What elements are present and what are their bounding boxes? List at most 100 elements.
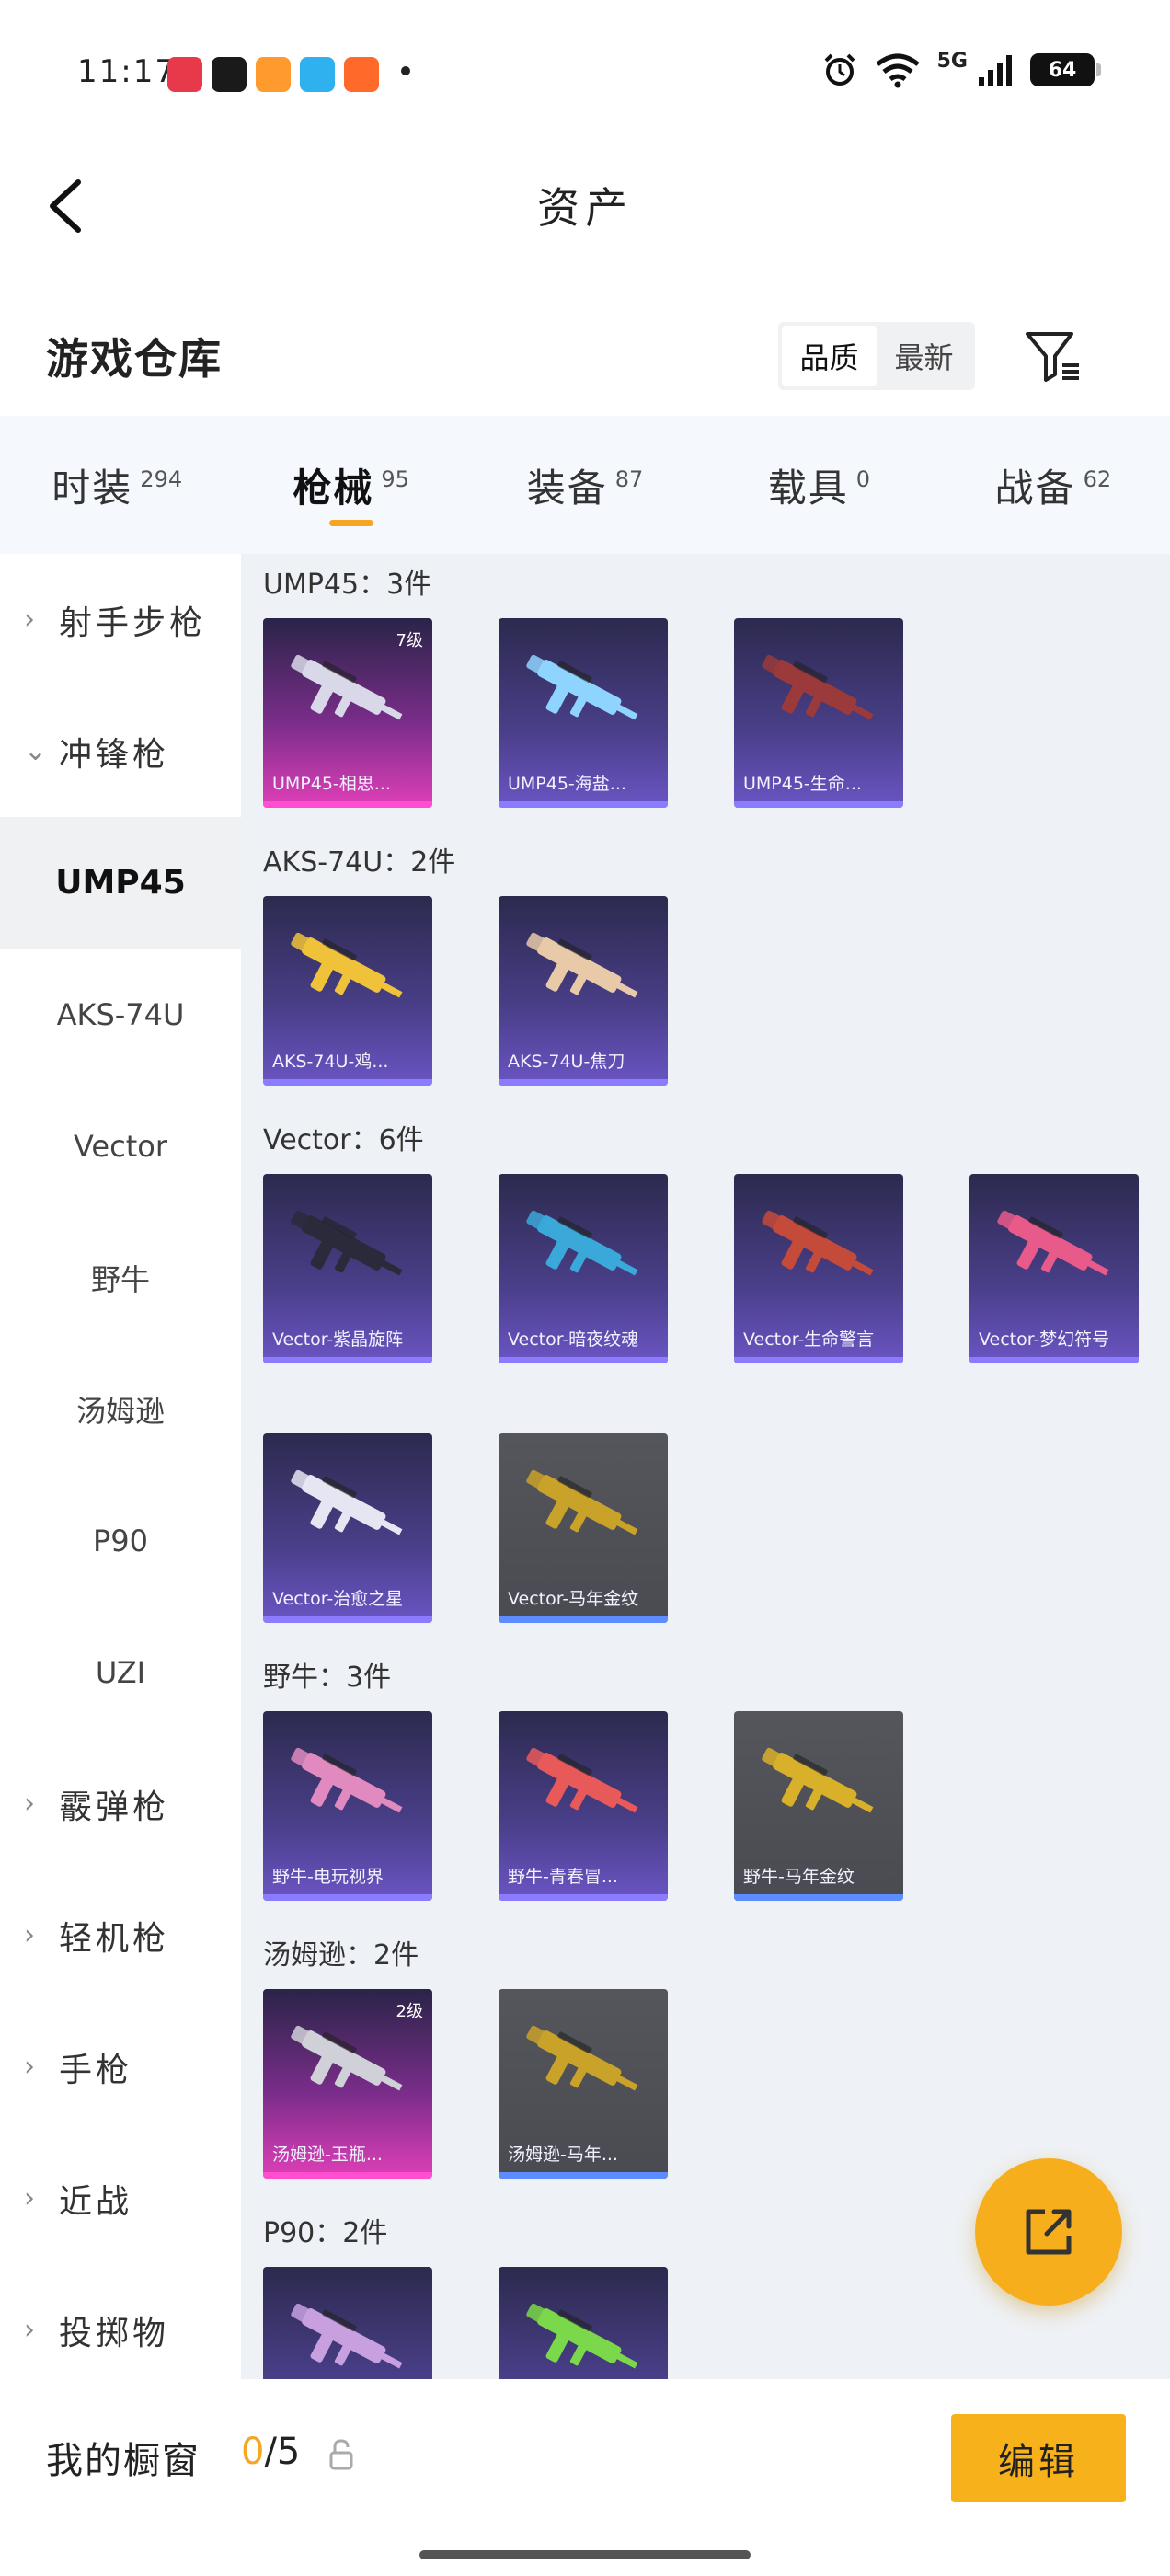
weapon-card[interactable]: UMP45-生命...	[734, 618, 903, 808]
tab-supplies[interactable]: 战备 62	[936, 416, 1170, 554]
weapon-level: 2级	[396, 2002, 423, 2021]
weapon-card[interactable]: Vector-生命警言	[734, 1174, 903, 1363]
sidebar-item[interactable]: › 轻机枪	[0, 1869, 241, 2001]
gun-skin-icon	[526, 2303, 638, 2369]
page-title: 资产	[537, 183, 633, 233]
sidebar-item[interactable]: ⌄ 冲锋枪	[0, 685, 241, 817]
gun-skin-icon	[762, 1210, 874, 1276]
weapon-card[interactable]: Vector-梦幻符号	[969, 1174, 1139, 1363]
tab-equipment[interactable]: 装备 87	[468, 416, 702, 554]
sidebar-item[interactable]: › 近战	[0, 2133, 241, 2264]
edit-button[interactable]: 编辑	[951, 2414, 1126, 2502]
status-app-icons	[167, 57, 379, 92]
weapon-name: Vector-治愈之星	[272, 1589, 404, 1609]
sidebar-item-label: 汤姆逊	[75, 1393, 165, 1429]
showcase-count-total: /5	[264, 2431, 301, 2473]
section-title: 野牛：3件	[263, 1662, 392, 1694]
section-title: UMP45：3件	[263, 569, 432, 601]
sidebar-item-label: 冲锋枪	[59, 735, 170, 774]
weapon-name: Vector-生命警言	[743, 1329, 875, 1350]
showcase-label: 我的橱窗	[46, 2440, 201, 2482]
sidebar-item[interactable]: UZI	[0, 1606, 241, 1738]
tab-label: 装备	[526, 465, 608, 511]
sidebar-item[interactable]: › 霰弹枪	[0, 1738, 241, 1869]
sidebar-item[interactable]: Vector	[0, 1080, 241, 1212]
tab-guns[interactable]: 枪械 95	[234, 416, 467, 554]
weapon-card[interactable]: 野牛-青春冒...	[499, 1711, 668, 1901]
sort-quality-button[interactable]: 品质	[782, 326, 877, 386]
chevron-right-icon: ›	[24, 2051, 35, 2083]
sidebar-item[interactable]: › 射手步枪	[0, 554, 241, 685]
sidebar-item-label: 轻机枪	[59, 1919, 170, 1958]
weapon-card[interactable]	[263, 2267, 432, 2379]
tab-count: 87	[614, 466, 644, 492]
sidebar-item[interactable]: › 投掷物	[0, 2264, 241, 2396]
section-title: P90：2件	[263, 2217, 388, 2249]
gun-skin-icon	[291, 1210, 403, 1276]
tab-fashion[interactable]: 时装 294	[0, 416, 234, 554]
sidebar-item[interactable]: 汤姆逊	[0, 1343, 241, 1475]
wifi-icon	[876, 53, 920, 88]
weapon-card[interactable]: AKS-74U-鸡...	[263, 896, 432, 1086]
tab-count: 62	[1083, 466, 1112, 492]
sidebar-item[interactable]: 野牛	[0, 1212, 241, 1343]
weapon-card[interactable]: 汤姆逊-马年...	[499, 1989, 668, 2179]
sidebar-item[interactable]: P90	[0, 1475, 241, 1606]
share-fab-button[interactable]	[975, 2158, 1122, 2306]
sidebar-item-label: 近战	[59, 2182, 133, 2221]
sidebar-item[interactable]: AKS-74U	[0, 949, 241, 1080]
tab-count: 0	[855, 466, 871, 492]
sidebar-item-label: Vector	[74, 1128, 167, 1164]
battery-level: 64	[1048, 58, 1077, 82]
category-tabs: 时装 294 枪械 95 装备 87 载具 0 战备 62	[0, 416, 1170, 554]
signal-icon	[979, 55, 1012, 86]
tab-label: 载具	[767, 465, 849, 511]
tab-vehicles[interactable]: 载具 0	[702, 416, 935, 554]
gun-skin-icon	[526, 1469, 638, 1535]
filter-button[interactable]	[1021, 324, 1085, 388]
status-bar: 11:17 5G 64	[0, 0, 1170, 147]
sidebar-item-label: 霰弹枪	[59, 1788, 170, 1826]
notification-app-icon	[167, 57, 202, 92]
gun-skin-icon	[291, 1469, 403, 1535]
notification-app-icon	[212, 57, 247, 92]
weapon-card[interactable]: Vector-暗夜纹魂	[499, 1174, 668, 1363]
weapon-card[interactable]: 野牛-马年金纹	[734, 1711, 903, 1901]
sidebar-item[interactable]: › 手枪	[0, 2001, 241, 2133]
sidebar-item-label: 野牛	[90, 1261, 150, 1297]
lock-icon	[329, 2439, 353, 2470]
weapon-card[interactable]: UMP45-海盐...	[499, 618, 668, 808]
weapon-card[interactable]: Vector-治愈之星	[263, 1433, 432, 1623]
weapon-card[interactable]	[499, 2267, 668, 2379]
sort-newest-button[interactable]: 最新	[877, 326, 971, 386]
gun-skin-icon	[526, 1210, 638, 1276]
weapon-name: 汤姆逊-马年...	[508, 2145, 618, 2165]
weapon-card[interactable]: 7级 UMP45-相思...	[263, 618, 432, 808]
chevron-right-icon: ›	[24, 1919, 35, 1951]
weapon-card[interactable]: AKS-74U-焦刀	[499, 896, 668, 1086]
tab-label: 战备	[994, 465, 1076, 511]
showcase-count-current: 0	[241, 2431, 265, 2473]
chevron-right-icon: ›	[24, 2182, 35, 2214]
sidebar-item-label: UMP45	[55, 864, 186, 902]
gun-skin-icon	[291, 932, 403, 998]
status-more-dot	[401, 66, 410, 75]
weapon-card[interactable]: Vector-马年金纹	[499, 1433, 668, 1623]
weapon-name: AKS-74U-鸡...	[272, 1052, 389, 1072]
gun-skin-icon	[526, 654, 638, 720]
sidebar-item-label: AKS-74U	[56, 996, 185, 1032]
tab-label: 时装	[52, 465, 133, 511]
weapon-card[interactable]: Vector-紫晶旋阵	[263, 1174, 432, 1363]
sort-toggle: 品质 最新	[778, 322, 975, 390]
weapon-card[interactable]: 野牛-电玩视界	[263, 1711, 432, 1901]
sidebar-item[interactable]: UMP45	[0, 817, 241, 949]
sidebar-item-label: 手枪	[59, 2051, 133, 2089]
weapon-name: Vector-暗夜纹魂	[508, 1329, 639, 1350]
status-right: 5G 64	[821, 50, 1101, 88]
bottom-bar: 我的橱窗 0/5 编辑	[0, 2379, 1170, 2576]
nav-bar: 资产	[0, 147, 1170, 267]
gun-skin-icon	[526, 2025, 638, 2091]
weapon-card[interactable]: 2级 汤姆逊-玉瓶...	[263, 1989, 432, 2179]
chevron-right-icon: ›	[24, 1788, 35, 1820]
gun-skin-icon	[291, 2303, 403, 2369]
